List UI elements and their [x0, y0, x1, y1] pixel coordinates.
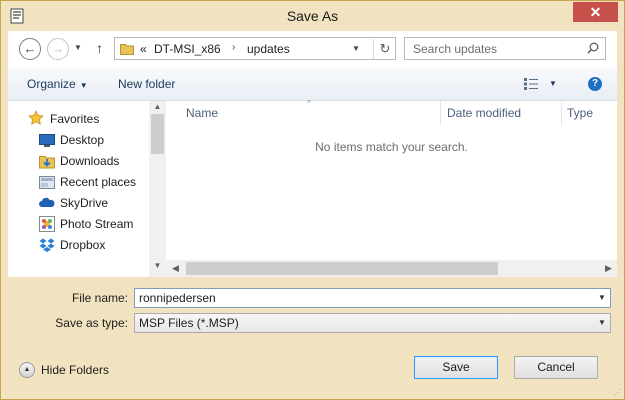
new-folder-button[interactable]: New folder	[118, 77, 175, 91]
scroll-up-arrow[interactable]: ▲	[149, 102, 166, 111]
breadcrumb-separator[interactable]: ›	[232, 42, 235, 53]
save-button[interactable]: Save	[414, 356, 498, 379]
file-list: ^ Name Date modified Type No items match…	[166, 99, 617, 277]
empty-message: No items match your search.	[315, 140, 468, 154]
refresh-button[interactable]: ↻	[373, 39, 396, 59]
navigation-pane-scrollbar[interactable]: ▲ ▼	[149, 101, 166, 277]
organize-label: Organize	[27, 77, 76, 91]
skydrive-icon	[39, 197, 55, 207]
recent-places-icon	[39, 176, 55, 189]
search-input[interactable]: Search updates	[413, 42, 497, 56]
resize-grip-icon[interactable]: ⋰	[614, 388, 622, 397]
sort-indicator-icon: ^	[307, 99, 311, 108]
nav-item-favorites[interactable]: Favorites	[50, 109, 99, 129]
forward-button[interactable]: →	[47, 38, 69, 60]
address-overflow[interactable]: «	[140, 42, 147, 56]
address-dropdown[interactable]: ▼	[352, 44, 360, 53]
search-box[interactable]: Search updates	[404, 37, 606, 60]
dropbox-icon	[39, 238, 55, 252]
recent-locations-dropdown[interactable]: ▼	[74, 43, 82, 52]
hide-folders-label: Hide Folders	[41, 363, 110, 377]
file-list-horizontal-scrollbar[interactable]: ◀ ▶	[166, 260, 617, 277]
star-icon	[28, 110, 44, 125]
collapse-icon: ▲	[19, 362, 35, 378]
file-name-field[interactable]: ronnipedersen ▼	[134, 288, 611, 308]
back-button[interactable]: ←	[19, 38, 41, 60]
search-icon[interactable]	[587, 42, 599, 54]
nav-item-desktop[interactable]: Desktop	[60, 130, 104, 150]
organize-button[interactable]: Organize ▼	[27, 77, 88, 91]
dialog-client: ← → ▼ ↑ « DT-MSI_x86 › updates ▼ ↻ Searc…	[8, 31, 617, 392]
save-as-dialog: Save As ✕ ← → ▼ ↑ « DT-MSI_x86 › updates…	[0, 0, 625, 400]
view-options-icon[interactable]	[524, 78, 538, 90]
nav-item-dropbox[interactable]: Dropbox	[60, 235, 105, 255]
nav-item-photo-stream[interactable]: Photo Stream	[60, 214, 133, 234]
save-as-type-select[interactable]: MSP Files (*.MSP) ▼	[134, 313, 611, 333]
file-name-dropdown-icon[interactable]: ▼	[594, 289, 610, 307]
file-name-input[interactable]: ronnipedersen	[139, 291, 216, 305]
save-as-type-value: MSP Files (*.MSP)	[139, 316, 239, 330]
view-dropdown-icon[interactable]: ▼	[549, 79, 557, 88]
scroll-left-arrow[interactable]: ◀	[172, 263, 179, 274]
cancel-button[interactable]: Cancel	[514, 356, 598, 379]
command-bar: Organize ▼ New folder ▼ ?	[8, 68, 617, 101]
horizontal-scroll-thumb[interactable]	[186, 262, 498, 275]
column-divider[interactable]	[440, 101, 441, 125]
up-button[interactable]: ↑	[96, 40, 103, 56]
navigation-pane: Favorites Desktop Downloads Recent place…	[8, 101, 166, 277]
breadcrumb-updates[interactable]: updates	[247, 42, 290, 56]
photo-stream-icon	[39, 216, 55, 232]
vertical-scroll-thumb[interactable]	[151, 114, 164, 154]
file-name-label: File name:	[71, 291, 128, 305]
save-as-type-dropdown-icon[interactable]: ▼	[594, 314, 610, 332]
column-divider[interactable]	[561, 101, 562, 125]
close-button[interactable]: ✕	[573, 2, 618, 22]
help-icon[interactable]: ?	[588, 77, 602, 91]
column-header-date-modified[interactable]: Date modified	[447, 106, 521, 120]
folder-icon	[120, 44, 134, 55]
title-bar[interactable]: Save As ✕	[1, 1, 624, 31]
downloads-icon	[39, 156, 55, 169]
nav-item-recent-places[interactable]: Recent places	[60, 172, 136, 192]
address-bar[interactable]: « DT-MSI_x86 › updates ▼ ↻	[114, 37, 396, 60]
desktop-icon	[39, 134, 55, 147]
navigation-bar: ← → ▼ ↑ « DT-MSI_x86 › updates ▼ ↻ Searc…	[8, 31, 617, 68]
breadcrumb-dt-msi-x86[interactable]: DT-MSI_x86	[154, 42, 221, 56]
scroll-right-arrow[interactable]: ▶	[605, 263, 612, 274]
column-header-name[interactable]: Name	[186, 106, 218, 120]
save-as-type-label: Save as type:	[55, 316, 128, 330]
organize-dropdown-icon: ▼	[79, 81, 88, 90]
nav-item-skydrive[interactable]: SkyDrive	[60, 193, 108, 213]
column-header-type[interactable]: Type	[567, 106, 593, 120]
nav-item-downloads[interactable]: Downloads	[60, 151, 119, 171]
scroll-down-arrow[interactable]: ▼	[149, 261, 166, 270]
window-title: Save As	[286, 8, 339, 24]
save-options-panel: File name: ronnipedersen ▼ Save as type:…	[8, 277, 617, 392]
